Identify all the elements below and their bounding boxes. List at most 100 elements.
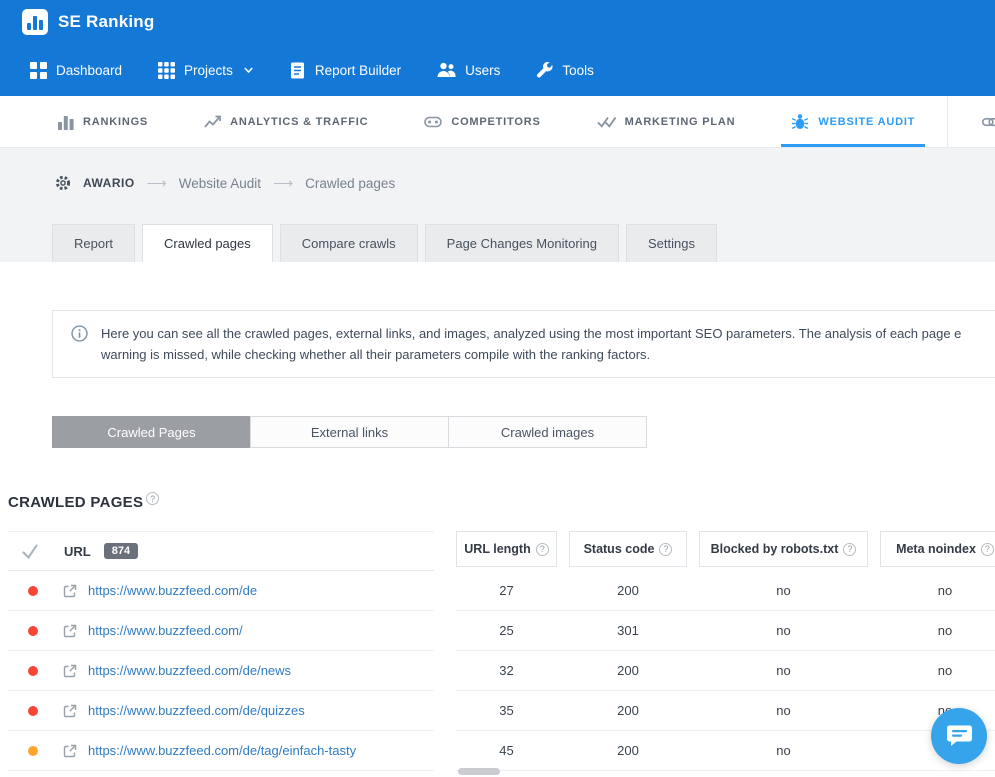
module-nav: RANKINGS ANALYTICS & TRAFFIC COMPETITORS… [0, 96, 995, 148]
page-url-link[interactable]: https://www.buzzfeed.com/de [88, 583, 257, 598]
page-title-text: CRAWLED PAGES [8, 494, 144, 511]
gamepad-icon [424, 116, 443, 128]
cell-blocked-robots: no [776, 583, 791, 598]
url-column-header: URL [64, 543, 91, 559]
external-link-icon[interactable] [63, 704, 77, 718]
url-list-header: URL 874 [8, 531, 434, 571]
module-nav-competitors[interactable]: COMPETITORS [424, 96, 540, 147]
info-box: Here you can see all the crawled pages, … [52, 310, 995, 378]
cell-status-code: 301 [617, 623, 639, 638]
breadcrumb-project[interactable]: AWARIO [83, 176, 135, 190]
page-url-link[interactable]: https://www.buzzfeed.com/de/tag/einfach-… [88, 743, 356, 758]
top-nav-users[interactable]: Users [437, 62, 500, 78]
select-all-check-icon[interactable] [22, 543, 38, 559]
module-nav-label: ANALYTICS & TRAFFIC [230, 115, 369, 128]
info-icon [71, 325, 88, 342]
page-url-link[interactable]: https://www.buzzfeed.com/ [88, 623, 243, 638]
tab-compare-crawls[interactable]: Compare crawls [279, 224, 418, 262]
help-icon[interactable]: ? [535, 542, 549, 556]
tab-settings[interactable]: Settings [626, 224, 717, 262]
double-check-icon [596, 116, 616, 128]
module-nav-rankings[interactable]: RANKINGS [57, 96, 148, 147]
horizontal-scrollbar-thumb[interactable] [458, 768, 500, 775]
help-icon[interactable]: ? [659, 542, 673, 556]
table-row: 45 200 no no [456, 731, 995, 771]
breadcrumb-arrow: ⟶ [146, 174, 167, 191]
apps-grid-icon [158, 61, 176, 79]
top-nav-label: Report Builder [314, 62, 402, 78]
top-nav-tools[interactable]: Tools [536, 61, 594, 79]
status-dot [28, 585, 38, 596]
top-nav-label: Tools [562, 62, 594, 78]
breadcrumb-arrow: ⟶ [273, 174, 294, 191]
crawled-pages-table: URL 874 https://www.buzzfeed.com/de http… [0, 531, 995, 771]
external-link-icon[interactable] [63, 624, 77, 638]
help-icon[interactable]: ? [843, 542, 857, 556]
tab-report[interactable]: Report [52, 224, 136, 262]
top-nav-label: Projects [184, 62, 233, 78]
chat-widget-button[interactable] [931, 708, 987, 764]
cell-url-length: 35 [499, 703, 514, 718]
top-nav-projects[interactable]: Projects [158, 61, 253, 79]
cell-url-length: 25 [499, 623, 514, 638]
info-text-line1: Here you can see all the crawled pages, … [101, 326, 962, 341]
page-title: CRAWLED PAGES ? [8, 492, 995, 511]
external-link-icon[interactable] [63, 744, 77, 758]
breadcrumb-section[interactable]: Website Audit [179, 176, 261, 191]
module-nav-marketing-plan[interactable]: MARKETING PLAN [596, 96, 736, 147]
module-nav-label: WEBSITE AUDIT [818, 115, 916, 128]
table-row: https://www.buzzfeed.com/de/quizzes [8, 691, 434, 731]
table-row: https://www.buzzfeed.com/de/news [8, 651, 434, 691]
help-icon[interactable]: ? [980, 542, 994, 556]
cell-status-code: 200 [617, 663, 639, 678]
gear-icon[interactable] [55, 175, 71, 191]
page-url-link[interactable]: https://www.buzzfeed.com/de/quizzes [88, 703, 305, 718]
link-chain-icon [982, 117, 995, 126]
page-url-link[interactable]: https://www.buzzfeed.com/de/news [88, 663, 291, 678]
column-header-status-code: Status code ? [569, 531, 687, 567]
help-icon[interactable]: ? [146, 492, 160, 505]
switch-crawled-images[interactable]: Crawled images [448, 416, 647, 448]
url-list-pane: URL 874 https://www.buzzfeed.com/de http… [8, 531, 434, 771]
column-header-url-length: URL length ? [456, 531, 557, 567]
audit-tabs: Report Crawled pages Compare crawls Page… [0, 224, 995, 262]
status-dot [28, 705, 38, 716]
cell-meta-noindex: no [937, 623, 953, 638]
external-link-icon[interactable] [63, 584, 77, 598]
se-ranking-logo-icon[interactable] [22, 9, 48, 35]
subheader-section: AWARIO ⟶ Website Audit ⟶ Crawled pages R… [0, 148, 995, 262]
module-nav-website-audit[interactable]: WEBSITE AUDIT [781, 96, 925, 147]
table-row: https://www.buzzfeed.com/ [8, 611, 434, 651]
table-row: 35 200 no no [456, 691, 995, 731]
table-row: 27 200 no no [456, 571, 995, 611]
table-row: https://www.buzzfeed.com/de/tag/einfach-… [8, 731, 434, 771]
chevron-down-icon [244, 67, 253, 73]
cell-blocked-robots: no [776, 663, 791, 678]
bar-chart-icon [58, 115, 74, 130]
brand-row: SE Ranking [0, 0, 995, 44]
cell-status-code: 200 [617, 583, 639, 598]
module-nav-analytics-traffic[interactable]: ANALYTICS & TRAFFIC [204, 96, 368, 147]
tab-page-changes-monitoring[interactable]: Page Changes Monitoring [424, 224, 619, 262]
table-row: https://www.buzzfeed.com/de [8, 571, 434, 611]
top-nav-dashboard[interactable]: Dashboard [30, 61, 122, 79]
main-content: Here you can see all the crawled pages, … [0, 310, 995, 771]
cell-blocked-robots: no [776, 623, 791, 638]
table-row: 25 301 no no [456, 611, 995, 651]
bug-icon [792, 113, 809, 129]
top-nav: Dashboard Projects Report Builder Users … [0, 44, 995, 96]
module-nav-backlink-monitor[interactable]: BACKLINK M [947, 96, 995, 147]
cell-status-code: 200 [617, 743, 639, 758]
top-nav-report-builder[interactable]: Report Builder [289, 62, 401, 79]
status-dot [28, 745, 38, 756]
breadcrumb: AWARIO ⟶ Website Audit ⟶ Crawled pages [0, 170, 995, 196]
external-link-icon[interactable] [63, 664, 77, 678]
switch-crawled-pages[interactable]: Crawled Pages [52, 416, 251, 448]
top-nav-label: Users [465, 62, 501, 78]
breadcrumb-page[interactable]: Crawled pages [305, 176, 395, 191]
tab-crawled-pages[interactable]: Crawled pages [142, 224, 273, 262]
info-text: Here you can see all the crawled pages, … [101, 323, 961, 365]
metrics-pane: URL length ? Status code ? Blocked by ro… [456, 531, 995, 771]
cell-blocked-robots: no [776, 743, 791, 758]
switch-external-links[interactable]: External links [250, 416, 449, 448]
